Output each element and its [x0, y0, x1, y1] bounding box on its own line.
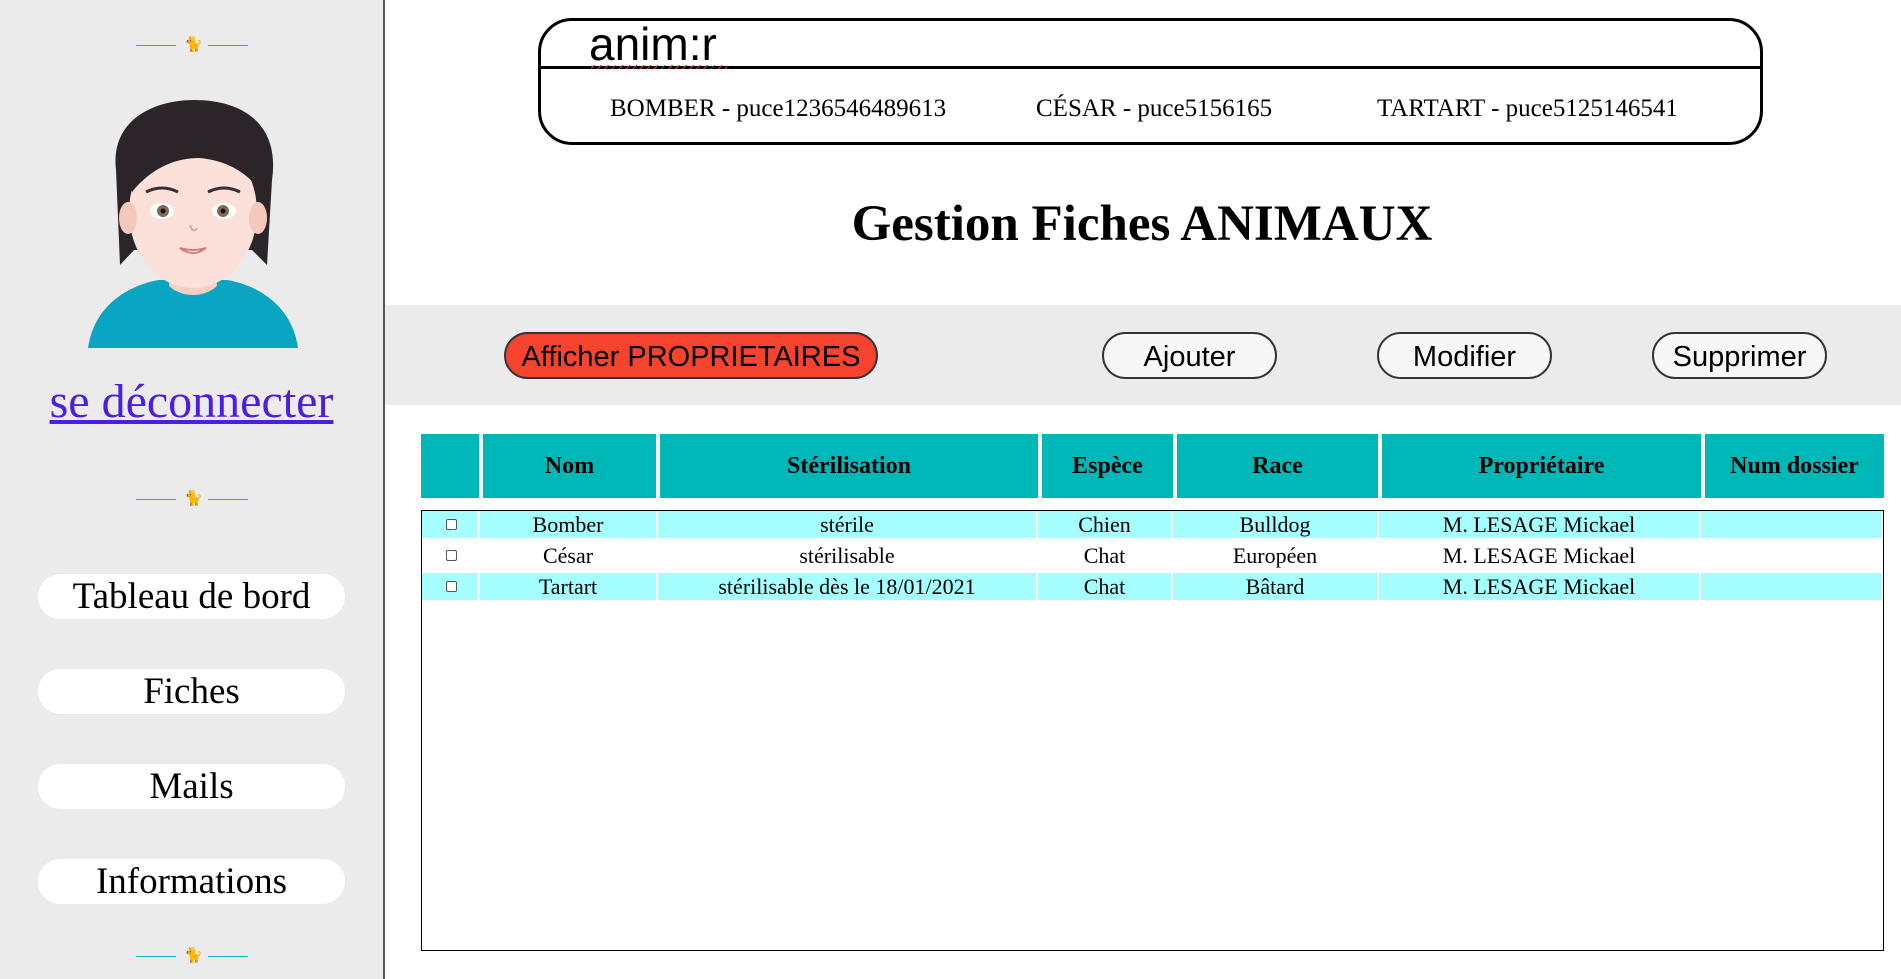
column-header-sterilisation[interactable]: Stérilisation — [660, 434, 1038, 498]
nav-mails[interactable]: Mails — [38, 764, 345, 809]
column-header-proprietaire[interactable]: Propriétaire — [1382, 434, 1701, 498]
cat-icon: 🐈 — [184, 489, 203, 507]
cell-sterilisation: stérilisable dès le 18/01/2021 — [658, 573, 1036, 600]
add-button[interactable]: Ajouter — [1102, 332, 1277, 379]
cat-icon: 🐈 — [184, 946, 203, 964]
divider-bottom: 🐈 — [136, 946, 248, 964]
table-row[interactable]: Tartart stérilisable dès le 18/01/2021 C… — [422, 573, 1882, 602]
cell-nom: Tartart — [480, 573, 656, 600]
cell-sterilisation: stérile — [658, 511, 1036, 538]
nav-informations[interactable]: Informations — [38, 859, 345, 904]
spellcheck-underline — [591, 65, 727, 69]
cell-nom: Bomber — [480, 511, 656, 538]
animal-chip-tartart[interactable]: TARTART - puce5125146541 — [1377, 95, 1678, 123]
column-header-espece[interactable]: Espèce — [1042, 434, 1173, 498]
search-input[interactable]: anim:r — [541, 18, 1760, 70]
cell-num-dossier — [1701, 542, 1882, 569]
edit-button[interactable]: Modifier — [1377, 332, 1552, 379]
table-row[interactable]: Bomber stérile Chien Bulldog M. LESAGE M… — [422, 511, 1882, 540]
avatar — [88, 100, 298, 348]
search-input-value: anim:r — [589, 18, 717, 70]
cell-espece: Chat — [1038, 573, 1171, 600]
cell-sterilisation: stérilisable — [799, 543, 895, 568]
nav-fiches[interactable]: Fiches — [38, 669, 345, 714]
row-checkbox[interactable] — [446, 581, 457, 592]
cell-proprietaire: M. LESAGE Mickael — [1442, 543, 1636, 568]
animal-chip-cesar[interactable]: CÉSAR - puce5156165 — [1036, 95, 1272, 123]
table-body: Bomber stérile Chien Bulldog M. LESAGE M… — [421, 510, 1884, 951]
row-checkbox[interactable] — [446, 550, 457, 561]
table-row[interactable]: César stérilisable Chat Européen M. LESA… — [422, 542, 1882, 571]
cell-proprietaire: M. LESAGE Mickael — [1379, 511, 1699, 538]
cell-nom: César — [542, 543, 594, 568]
row-checkbox[interactable] — [446, 519, 457, 530]
column-header-select — [421, 434, 479, 498]
cell-num-dossier — [1701, 573, 1882, 600]
cell-num-dossier — [1701, 511, 1882, 538]
nav-tableau-de-bord[interactable]: Tableau de bord — [38, 574, 345, 619]
show-owners-button[interactable]: Afficher PROPRIETAIRES — [504, 332, 878, 379]
column-header-num-dossier[interactable]: Num dossier — [1705, 434, 1884, 498]
cat-icon: 🐈 — [184, 35, 203, 53]
cell-race: Bulldog — [1173, 511, 1377, 538]
cell-race: Européen — [1232, 543, 1318, 568]
header-box: anim:r BOMBER - puce1236546489613 CÉSAR … — [538, 18, 1763, 145]
page-title: Gestion Fiches ANIMAUX — [851, 196, 1433, 252]
column-header-race[interactable]: Race — [1177, 434, 1378, 498]
column-header-nom[interactable]: Nom — [483, 434, 656, 498]
action-bar: Afficher PROPRIETAIRES Ajouter Modifier … — [385, 305, 1901, 405]
animal-chip-bomber[interactable]: BOMBER - puce1236546489613 — [610, 95, 946, 123]
cell-proprietaire: M. LESAGE Mickael — [1379, 573, 1699, 600]
cell-espece: Chien — [1038, 511, 1171, 538]
sidebar: 🐈 se déconnecter 🐈 Tableau de bord Fiche… — [0, 0, 385, 979]
delete-button[interactable]: Supprimer — [1652, 332, 1827, 379]
cell-race: Bâtard — [1173, 573, 1377, 600]
cell-espece: Chat — [1083, 543, 1126, 568]
divider-top: 🐈 — [136, 35, 248, 53]
logout-link[interactable]: se déconnecter — [0, 374, 383, 429]
divider-middle: 🐈 — [136, 489, 248, 507]
